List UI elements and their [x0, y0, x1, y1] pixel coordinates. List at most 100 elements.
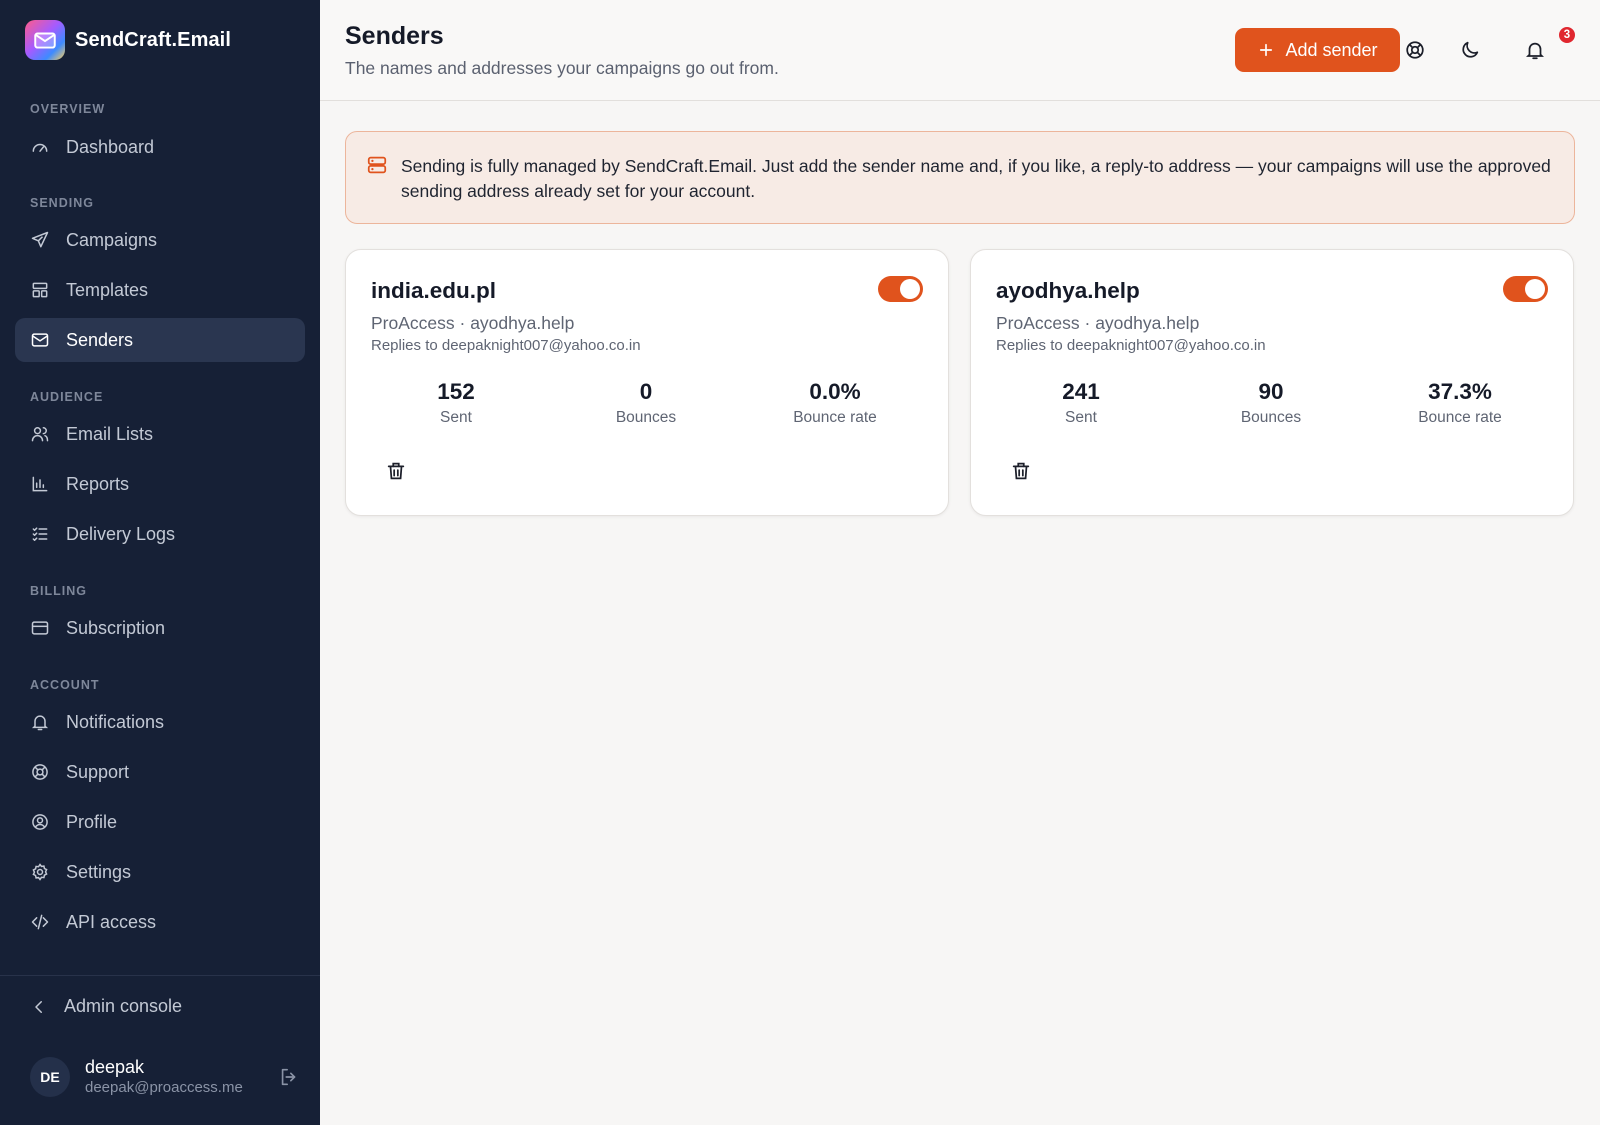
sidebar-item-label: Profile — [66, 811, 118, 832]
nav-section-overview: OVERVIEW — [30, 102, 106, 116]
plus-icon — [1257, 41, 1275, 59]
toggle-knob — [1525, 279, 1545, 299]
sidebar-item-support[interactable]: Support — [15, 750, 305, 794]
credit-card-icon — [30, 618, 50, 638]
admin-console-link[interactable]: Admin console — [30, 996, 182, 1017]
info-banner: Sending is fully managed by SendCraft.Em… — [345, 131, 1575, 224]
chevron-left-icon — [30, 998, 48, 1016]
toggle-knob — [900, 279, 920, 299]
sidebar-item-label: Email Lists — [66, 423, 154, 444]
code-icon — [30, 912, 50, 932]
server-icon — [366, 154, 388, 176]
stat-sent: 152 Sent — [361, 378, 551, 430]
users-icon — [30, 424, 50, 444]
nav-section-sending: SENDING — [30, 196, 94, 210]
brand-name: SendCraft.Email — [75, 28, 231, 51]
bar-chart-icon — [30, 474, 50, 494]
sidebar-item-label: Delivery Logs — [66, 523, 176, 544]
delete-trash-icon[interactable] — [384, 459, 408, 483]
sidebar-item-label: Settings — [66, 861, 132, 882]
sender-reply-to: Replies to deepaknight007@yahoo.co.in — [371, 337, 641, 354]
brand-logo-icon — [25, 20, 65, 60]
sidebar-item-profile[interactable]: Profile — [15, 800, 305, 844]
user-email: deepak@proaccess.me — [85, 1079, 243, 1096]
stat-label: Sent — [1065, 409, 1097, 426]
sender-card: india.edu.pl ProAccess · ayodhya.help Re… — [345, 249, 949, 516]
sidebar-item-templates[interactable]: Templates — [15, 268, 305, 312]
brand[interactable]: SendCraft.Email — [25, 20, 231, 60]
page-title: Senders — [345, 22, 444, 50]
stat-value: 0 — [639, 379, 653, 404]
nav-section-billing: BILLING — [30, 584, 87, 598]
sidebar-item-label: Templates — [66, 279, 149, 300]
stat-value: 152 — [437, 379, 475, 404]
gear-icon — [30, 862, 50, 882]
stat-value: 0.0% — [809, 379, 861, 404]
gauge-icon — [30, 137, 50, 157]
stat-label: Bounces — [1240, 409, 1302, 426]
sidebar-item-dashboard[interactable]: Dashboard — [15, 125, 305, 169]
stat-label: Bounces — [615, 409, 677, 426]
nav-section-account: ACCOUNT — [30, 678, 100, 692]
add-sender-label: Add sender — [1285, 39, 1378, 60]
sidebar-item-subscription[interactable]: Subscription — [15, 606, 305, 650]
sidebar-divider — [0, 975, 320, 976]
sidebar-item-label: Subscription — [66, 617, 166, 638]
stat-value: 37.3% — [1428, 379, 1492, 404]
sender-enabled-toggle[interactable] — [1503, 276, 1548, 302]
support-lifebuoy-icon[interactable] — [1403, 38, 1427, 62]
sidebar-item-label: Senders — [66, 329, 134, 350]
page-header: Senders The names and addresses your cam… — [320, 0, 1600, 101]
sidebar-item-label: Notifications — [66, 711, 165, 732]
delete-trash-icon[interactable] — [1009, 459, 1033, 483]
sidebar-item-delivery-logs[interactable]: Delivery Logs — [15, 512, 305, 556]
stat-value: 90 — [1258, 379, 1284, 404]
logout-icon[interactable] — [278, 1066, 300, 1088]
sender-name: india.edu.pl — [371, 278, 497, 303]
dark-mode-moon-icon[interactable] — [1458, 38, 1482, 62]
lifebuoy-icon — [30, 762, 50, 782]
checklist-icon — [30, 524, 50, 544]
sidebar-item-label: Dashboard — [66, 136, 155, 157]
sidebar-item-notifications[interactable]: Notifications — [15, 700, 305, 744]
stat-bounce-rate: 0.0% Bounce rate — [740, 378, 930, 430]
notification-count-badge: 3 — [1557, 25, 1577, 45]
sidebar-item-settings[interactable]: Settings — [15, 850, 305, 894]
layout-icon — [30, 280, 50, 300]
sender-subline: ProAccess · ayodhya.help — [996, 313, 1200, 333]
nav-section-audience: AUDIENCE — [30, 390, 104, 404]
stat-bounce-rate: 37.3% Bounce rate — [1365, 378, 1555, 430]
user-profile-row: DE deepak deepak@proaccess.me — [30, 1056, 300, 1098]
sidebar-item-label: Support — [66, 761, 130, 782]
stat-bounces: 90 Bounces — [1176, 378, 1366, 430]
stat-sent: 241 Sent — [986, 378, 1176, 430]
sender-reply-to: Replies to deepaknight007@yahoo.co.in — [996, 337, 1266, 354]
sender-enabled-toggle[interactable] — [878, 276, 923, 302]
sidebar-item-label: API access — [66, 911, 157, 932]
sidebar-item-reports[interactable]: Reports — [15, 462, 305, 506]
sidebar-item-api-access[interactable]: API access — [15, 900, 305, 944]
stat-label: Sent — [440, 409, 472, 426]
stat-label: Bounce rate — [793, 409, 877, 426]
avatar[interactable]: DE — [30, 1057, 70, 1097]
stat-bounces: 0 Bounces — [551, 378, 741, 430]
notifications-bell-icon[interactable] — [1523, 38, 1547, 62]
user-name: deepak — [85, 1057, 145, 1077]
info-banner-text: Sending is fully managed by SendCraft.Em… — [401, 156, 1551, 201]
sidebar-item-label: Campaigns — [66, 229, 158, 250]
sidebar-item-email-lists[interactable]: Email Lists — [15, 412, 305, 456]
admin-console-label: Admin console — [64, 996, 183, 1016]
sidebar-item-campaigns[interactable]: Campaigns — [15, 218, 305, 262]
sender-name: ayodhya.help — [996, 278, 1140, 303]
paper-plane-icon — [30, 230, 50, 250]
bell-icon — [30, 712, 50, 732]
sidebar: SendCraft.Email OVERVIEW Dashboard SENDI… — [0, 0, 320, 1125]
add-sender-button[interactable]: Add sender — [1235, 28, 1400, 72]
user-circle-icon — [30, 812, 50, 832]
mail-icon — [30, 330, 50, 350]
sidebar-item-label: Reports — [66, 473, 130, 494]
sidebar-item-senders[interactable]: Senders — [15, 318, 305, 362]
sender-subline: ProAccess · ayodhya.help — [371, 313, 575, 333]
stat-value: 241 — [1062, 379, 1100, 404]
sender-card: ayodhya.help ProAccess · ayodhya.help Re… — [970, 249, 1574, 516]
